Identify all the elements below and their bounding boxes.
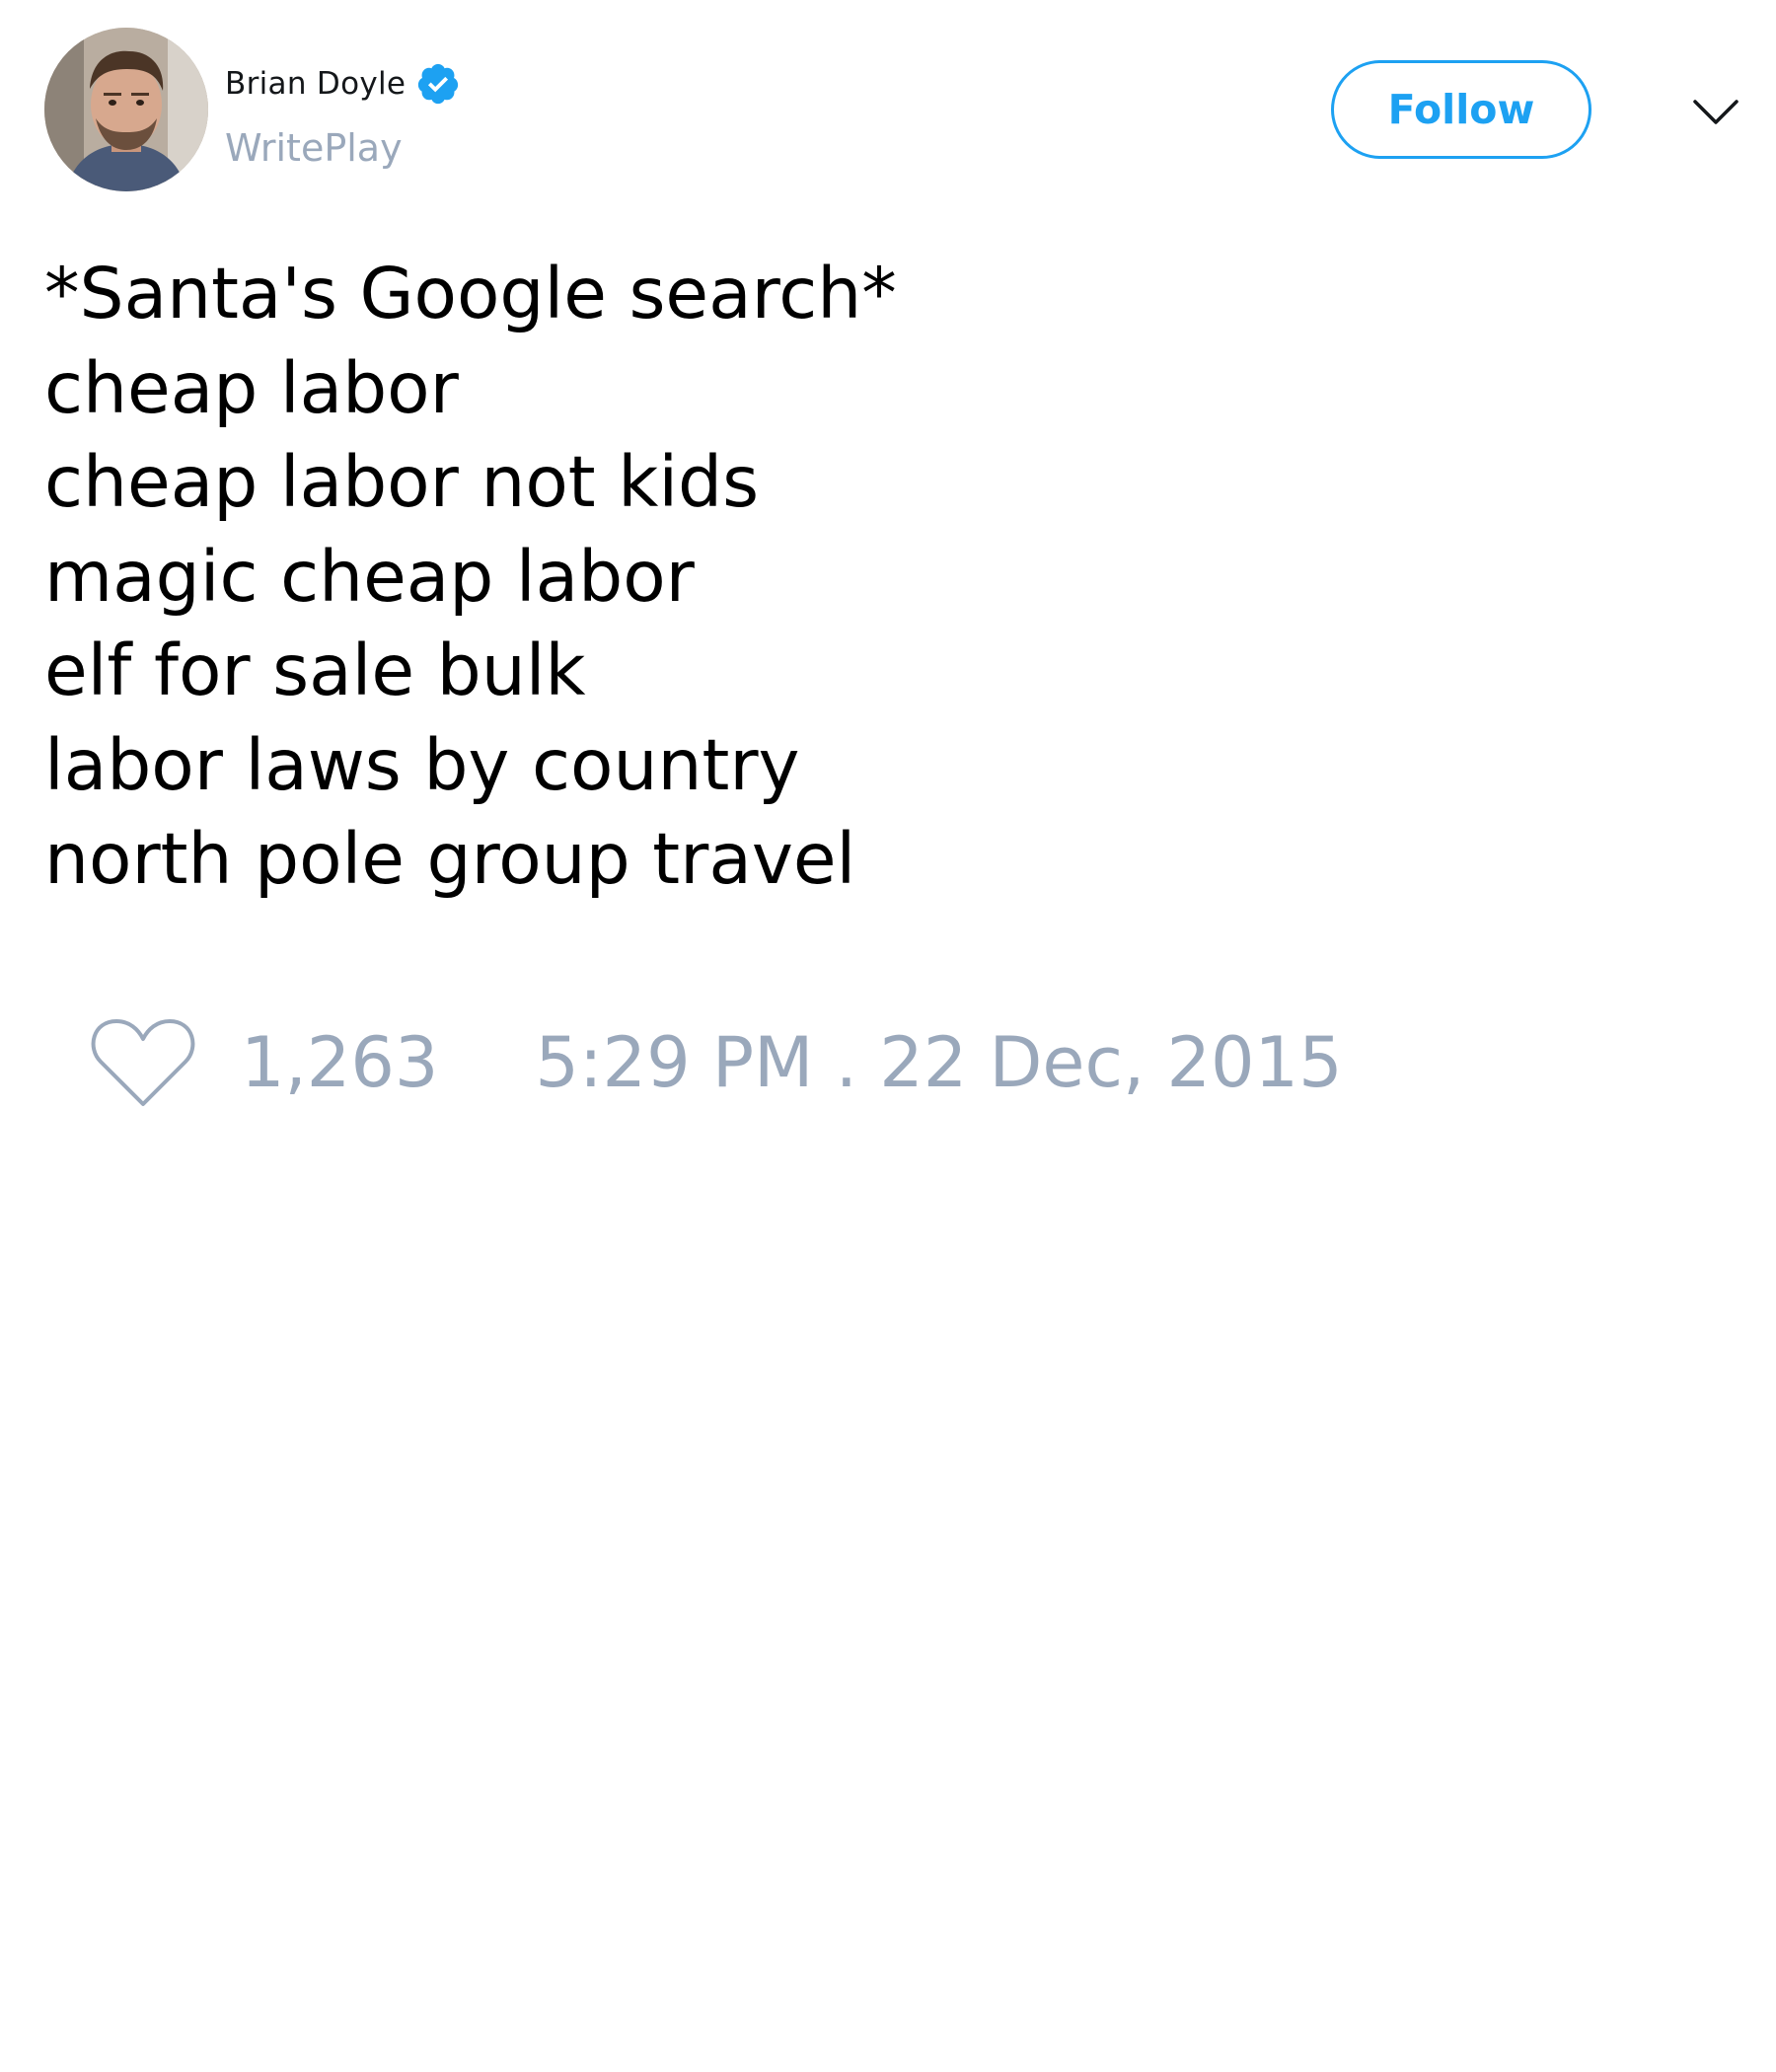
author-handle[interactable]: WritePlay: [225, 126, 403, 170]
tweet-footer: 1,263 5:29 PM . 22 Dec, 2015: [89, 1008, 1343, 1117]
avatar-photo-icon: [44, 28, 208, 191]
like-button[interactable]: [89, 1013, 197, 1112]
like-count: 1,263: [241, 1022, 439, 1103]
verified-badge-icon: [415, 61, 461, 107]
author-name-row: Brian Doyle: [225, 61, 461, 107]
heart-icon: [91, 1019, 195, 1106]
tweet-text: *Santa's Google search* cheap labor chea…: [44, 247, 1722, 907]
follow-button[interactable]: Follow: [1331, 60, 1591, 159]
tweet-line: cheap labor not kids: [44, 441, 760, 523]
tweet-line: cheap labor: [44, 346, 459, 429]
chevron-down-icon: [1693, 100, 1739, 124]
tweet-line: elf for sale bulk: [44, 629, 586, 711]
tweet-line: labor laws by country: [44, 723, 800, 806]
avatar[interactable]: [44, 28, 208, 191]
author-display-name[interactable]: Brian Doyle: [225, 66, 406, 102]
tweet-line: magic cheap labor: [44, 535, 695, 618]
tweet-timestamp[interactable]: 5:29 PM . 22 Dec, 2015: [535, 1022, 1342, 1103]
tweet-line: north pole group travel: [44, 818, 856, 900]
tweet-menu-button[interactable]: [1690, 87, 1741, 138]
tweet-line: *Santa's Google search*: [44, 253, 897, 334]
